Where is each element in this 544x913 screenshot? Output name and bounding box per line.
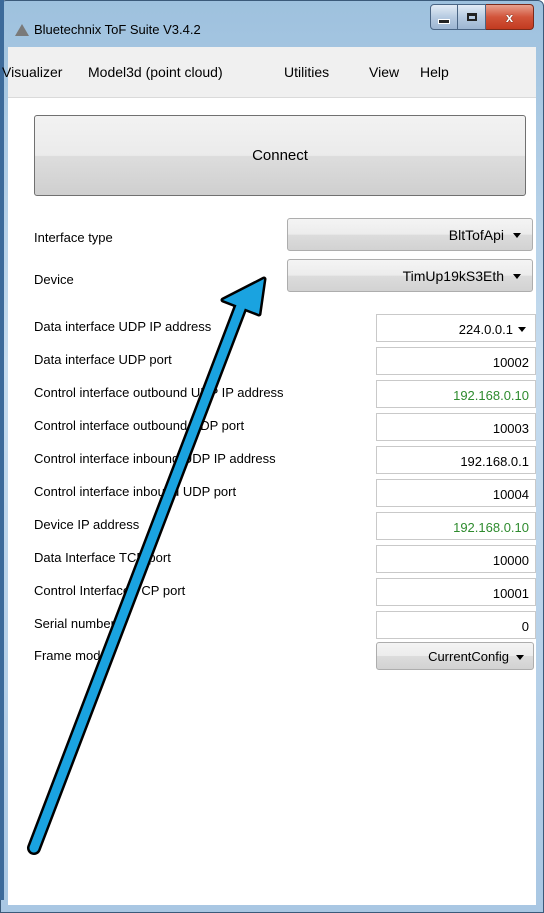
chevron-down-icon: [516, 655, 524, 660]
device-ip-field[interactable]: 192.168.0.10: [376, 512, 536, 540]
param-value: 10004: [492, 487, 529, 502]
param-value: 192.168.0.1: [460, 454, 529, 469]
minimize-button[interactable]: [430, 4, 458, 30]
minimize-icon: [438, 18, 450, 24]
interface-type-dropdown[interactable]: BltTofApi: [287, 218, 533, 251]
app-logo-icon: [15, 24, 29, 36]
title-bar[interactable]: Bluetechnix ToF Suite V3.4.2 x: [1, 1, 544, 47]
param-label-frame-mode: Frame mode: [34, 648, 108, 663]
param-value: 0: [521, 619, 529, 634]
data-tcp-port-field[interactable]: 10000: [376, 545, 536, 573]
param-label-ctrl-in-ip: Control interface inbound UDP IP address: [34, 451, 276, 466]
param-label-ctrl-in-port: Control interface inbound UDP port: [34, 484, 237, 499]
interface-type-label: Interface type: [34, 230, 113, 245]
device-dropdown[interactable]: TimUp19kS3Eth: [287, 259, 533, 292]
param-value: 192.168.0.10: [453, 388, 529, 403]
ctrl-outbound-port-field[interactable]: 10003: [376, 413, 536, 441]
param-value: 192.168.0.10: [453, 520, 529, 535]
param-label-device-ip: Device IP address: [34, 517, 140, 532]
connect-button[interactable]: Connect: [34, 115, 526, 196]
menu-bar: Visualizer Model3d (point cloud) Utiliti…: [2, 47, 536, 98]
ctrl-outbound-ip-field[interactable]: 192.168.0.10: [376, 380, 536, 408]
client-area: Visualizer Model3d (point cloud) Utiliti…: [2, 47, 536, 905]
serial-number-field[interactable]: 0: [376, 611, 536, 639]
param-label-ctrl-out-port: Control interface outbound UDP port: [34, 418, 245, 433]
param-label-ctrl-tcp-port: Control Interface TCP port: [34, 583, 186, 598]
window-title: Bluetechnix ToF Suite V3.4.2: [34, 22, 201, 37]
ctrl-tcp-port-field[interactable]: 10001: [376, 578, 536, 606]
param-value: 10001: [492, 586, 529, 601]
close-button[interactable]: x: [486, 4, 534, 30]
maximize-icon: [466, 13, 477, 21]
chevron-down-icon: [518, 327, 526, 332]
param-label-ctrl-out-ip: Control interface outbound UDP IP addres…: [34, 385, 284, 400]
menu-utilities[interactable]: Utilities: [284, 64, 329, 80]
param-value: 224.0.0.1: [458, 322, 513, 337]
param-value: 10003: [492, 421, 529, 436]
param-label-data-udp-ip: Data interface UDP IP address: [34, 319, 212, 334]
menu-model3d[interactable]: Model3d (point cloud): [88, 64, 223, 80]
interface-type-value: BltTofApi: [448, 227, 504, 243]
param-value: 10000: [492, 553, 529, 568]
frame-mode-value: CurrentConfig: [428, 649, 509, 664]
param-label-data-tcp-port: Data Interface TCP port: [34, 550, 171, 565]
frame-mode-dropdown[interactable]: CurrentConfig: [376, 642, 534, 670]
close-icon: x: [505, 9, 514, 25]
menu-view[interactable]: View: [369, 64, 399, 80]
ctrl-inbound-port-field[interactable]: 10004: [376, 479, 536, 507]
menu-visualizer[interactable]: Visualizer: [2, 64, 62, 80]
data-udp-port-field[interactable]: 10002: [376, 347, 536, 375]
window-left-edge: [0, 0, 4, 900]
data-udp-ip-dropdown[interactable]: 224.0.0.1: [376, 314, 536, 342]
ctrl-inbound-ip-field[interactable]: 192.168.0.1: [376, 446, 536, 474]
device-value: TimUp19kS3Eth: [402, 268, 504, 284]
maximize-button[interactable]: [458, 4, 486, 30]
chevron-down-icon: [513, 274, 521, 279]
param-label-data-udp-port: Data interface UDP port: [34, 352, 172, 367]
menu-help[interactable]: Help: [420, 64, 449, 80]
param-label-serial-number: Serial number: [34, 616, 115, 631]
chevron-down-icon: [513, 233, 521, 238]
param-value: 10002: [492, 355, 529, 370]
device-label: Device: [34, 272, 74, 287]
